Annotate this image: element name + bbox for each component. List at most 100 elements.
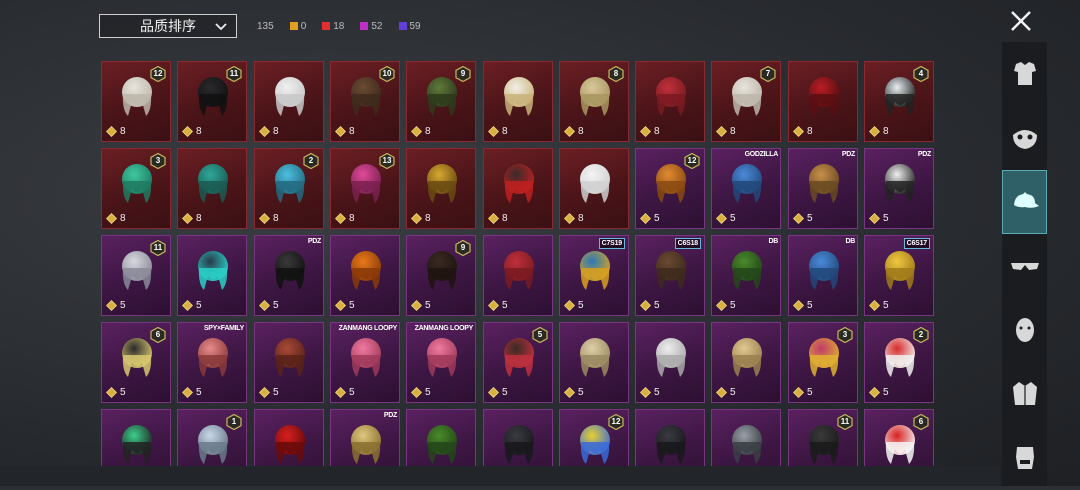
teal-crest-icon [198, 164, 228, 203]
level-badge-number: 6 [155, 330, 161, 339]
item-tile[interactable]: 8 [483, 61, 553, 142]
item-tile[interactable]: 7 8 [711, 61, 781, 142]
item-tile[interactable]: 8 [254, 61, 324, 142]
item-tile[interactable]: 5 [330, 235, 400, 316]
item-tile[interactable]: C6S18 5 [635, 235, 705, 316]
item-tile[interactable] [635, 409, 705, 466]
item-tile[interactable]: ZANMANG LOOPY 5 [330, 322, 400, 403]
diamond-currency-icon [335, 213, 346, 224]
item-tile[interactable]: 8 [177, 148, 247, 229]
item-tile[interactable]: PDZ 5 [254, 235, 324, 316]
diamond-currency-icon [564, 213, 575, 224]
diamond-currency-icon [106, 213, 117, 224]
item-tile[interactable] [406, 409, 476, 466]
item-tile[interactable]: DB 5 [788, 235, 858, 316]
glasses-icon [1010, 263, 1039, 270]
item-tile[interactable]: 8 [635, 61, 705, 142]
item-tile[interactable]: 10 8 [330, 61, 400, 142]
item-tile[interactable]: 8 8 [559, 61, 629, 142]
item-tile[interactable]: 2 8 [254, 148, 324, 229]
item-tile[interactable]: 5 [559, 322, 629, 403]
item-tile[interactable]: 8 [788, 61, 858, 142]
item-cost: 8 [411, 213, 431, 224]
category-jacket[interactable] [1002, 362, 1047, 426]
item-cost: 5 [793, 387, 813, 398]
item-tile[interactable] [711, 409, 781, 466]
item-tile[interactable] [254, 409, 324, 466]
item-tile[interactable]: 5 [254, 322, 324, 403]
item-tile[interactable]: 11 [788, 409, 858, 466]
stat-red-count: 18 [333, 20, 345, 32]
collab-logo: GODZILLA [744, 151, 779, 158]
category-face[interactable] [1002, 298, 1047, 362]
item-cost-value: 8 [349, 213, 355, 224]
diamond-currency-icon [564, 300, 575, 311]
category-mask[interactable] [1002, 106, 1047, 170]
season-tag: C6S17 [903, 238, 930, 249]
category-glasses[interactable] [1002, 234, 1047, 298]
item-tile[interactable]: 5 [711, 322, 781, 403]
item-tile[interactable]: GODZILLA 5 [711, 148, 781, 229]
category-hat[interactable] [1002, 170, 1047, 234]
item-tile[interactable]: 6 [864, 409, 934, 466]
item-tile[interactable]: 9 5 [406, 235, 476, 316]
item-tile[interactable]: C6S17 5 [864, 235, 934, 316]
item-tile[interactable]: 6 5 [101, 322, 171, 403]
chevron-down-icon [215, 23, 227, 31]
item-tile[interactable]: SPY×FAMILY 5 [177, 322, 247, 403]
item-tile[interactable]: PDZ 5 [864, 148, 934, 229]
diamond-currency-icon [182, 300, 193, 311]
item-tile[interactable]: 11 8 [177, 61, 247, 142]
item-tile[interactable]: 5 [635, 322, 705, 403]
diamond-currency-icon [488, 387, 499, 398]
item-cost: 8 [488, 126, 508, 137]
sort-dropdown[interactable]: 品质排序 [99, 14, 237, 38]
item-tile[interactable]: 4 8 [864, 61, 934, 142]
item-cost-value: 5 [349, 300, 355, 311]
diamond-currency-icon [106, 300, 117, 311]
item-tile[interactable]: 8 [483, 148, 553, 229]
item-cost: 5 [869, 213, 889, 224]
item-tile[interactable]: 12 5 [635, 148, 705, 229]
diamond-currency-icon [793, 387, 804, 398]
bottom-strip [0, 466, 1000, 486]
item-tile[interactable]: 3 8 [101, 148, 171, 229]
item-tile[interactable]: PDZ [330, 409, 400, 466]
diamond-currency-icon [640, 126, 651, 137]
item-tile[interactable]: 8 [559, 148, 629, 229]
item-cost: 8 [793, 126, 813, 137]
collab-logo: PDZ [307, 238, 321, 245]
item-tile[interactable]: 5 [483, 235, 553, 316]
item-tile[interactable]: PDZ 5 [788, 148, 858, 229]
item-tile[interactable]: ZANMANG LOOPY 5 [406, 322, 476, 403]
stat-gold-count: 0 [300, 20, 307, 32]
item-tile[interactable]: 13 8 [330, 148, 400, 229]
item-tile[interactable]: 9 8 [406, 61, 476, 142]
item-cost-value: 5 [425, 387, 431, 398]
item-tile[interactable]: 11 5 [101, 235, 171, 316]
item-cost: 8 [335, 126, 355, 137]
item-tile[interactable]: 2 5 [864, 322, 934, 403]
item-tile[interactable]: 5 [177, 235, 247, 316]
item-tile[interactable]: DB 5 [711, 235, 781, 316]
item-cost: 5 [640, 300, 660, 311]
collab-logo: SPY×FAMILY [203, 325, 244, 332]
item-tile[interactable]: 12 8 [101, 61, 171, 142]
item-tile[interactable]: 3 5 [788, 322, 858, 403]
item-tile[interactable]: 5 5 [483, 322, 553, 403]
item-cost: 5 [335, 387, 355, 398]
close-icon[interactable] [1006, 6, 1036, 36]
item-tile[interactable] [101, 409, 171, 466]
category-emote[interactable] [1002, 426, 1047, 490]
item-cost-value: 8 [807, 126, 813, 137]
item-tile[interactable]: 12 [559, 409, 629, 466]
level-badge-number: 3 [155, 156, 161, 165]
item-cost-value: 8 [883, 126, 889, 137]
item-tile[interactable]: C7S19 5 [559, 235, 629, 316]
item-cost: 5 [488, 300, 508, 311]
item-tile[interactable] [483, 409, 553, 466]
item-cost-value: 5 [654, 213, 660, 224]
item-tile[interactable]: 1 [177, 409, 247, 466]
category-outfit[interactable] [1002, 42, 1047, 106]
item-tile[interactable]: 8 [406, 148, 476, 229]
